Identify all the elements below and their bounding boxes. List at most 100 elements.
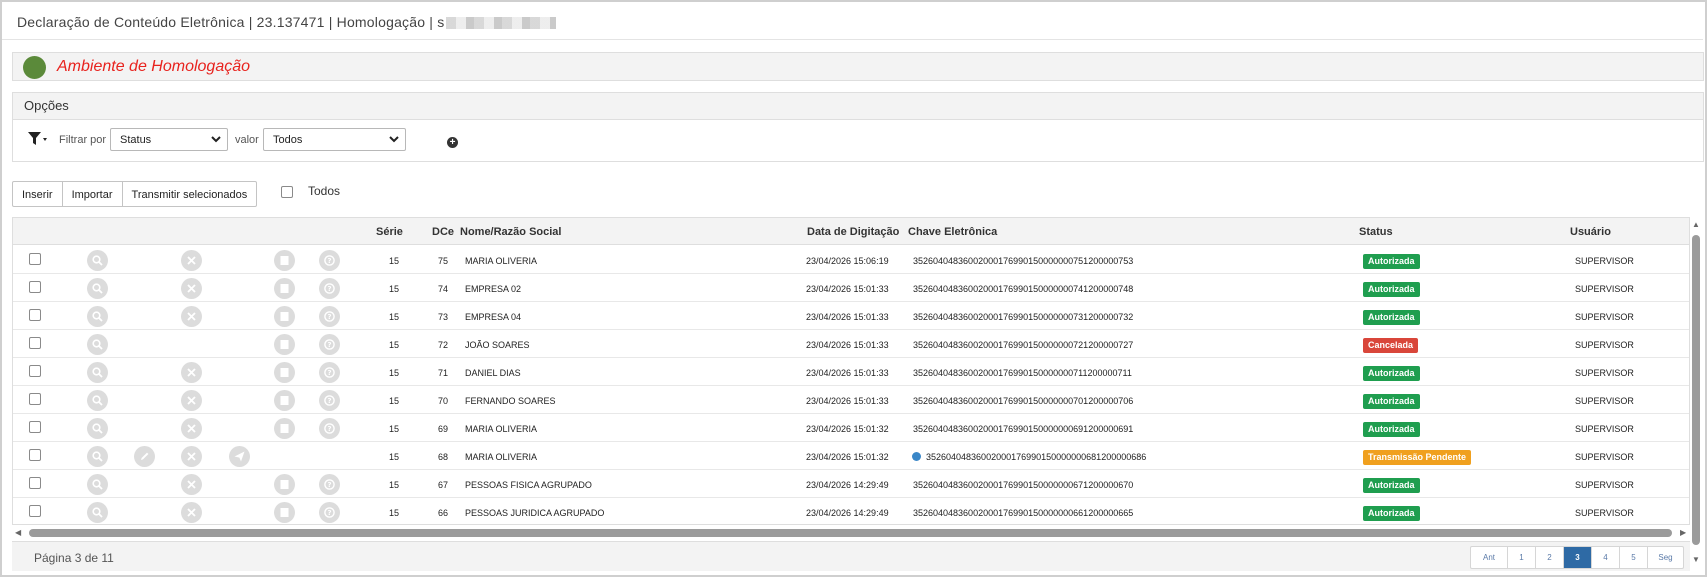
row-select-checkbox[interactable] bbox=[29, 449, 41, 461]
search-icon[interactable] bbox=[87, 474, 108, 495]
add-filter-icon[interactable]: + bbox=[447, 137, 458, 148]
cell-chave: 3526040483600200017699015000000067120000… bbox=[913, 480, 1134, 490]
search-icon[interactable] bbox=[87, 278, 108, 299]
print-icon[interactable] bbox=[274, 418, 295, 439]
pagination-page-1[interactable]: 1 bbox=[1508, 547, 1536, 568]
insert-button[interactable]: Inserir bbox=[13, 182, 63, 206]
help-icon[interactable]: ? bbox=[319, 474, 340, 495]
search-icon[interactable] bbox=[87, 362, 108, 383]
table-row[interactable]: ? 15 72 JOÃO SOARES 23/04/2026 15:01:33 35260… bbox=[13, 330, 1689, 358]
table-row[interactable]: ? 15 75 MARIA OLIVERIA 23/04/2026 15:06:19 35… bbox=[13, 246, 1689, 274]
cancel-icon[interactable] bbox=[181, 502, 202, 523]
table-row[interactable]: ? 15 74 EMPRESA 02 23/04/2026 15:01:33 352604… bbox=[13, 274, 1689, 302]
cancel-icon[interactable] bbox=[181, 278, 202, 299]
row-select-checkbox[interactable] bbox=[29, 253, 41, 265]
search-icon[interactable] bbox=[87, 502, 108, 523]
row-select-checkbox[interactable] bbox=[29, 477, 41, 489]
filter-icon[interactable] bbox=[28, 132, 48, 146]
help-icon[interactable]: ? bbox=[319, 390, 340, 411]
print-icon[interactable] bbox=[274, 306, 295, 327]
pagination-prev-button[interactable]: Ant bbox=[1471, 547, 1508, 568]
help-icon[interactable]: ? bbox=[319, 278, 340, 299]
row-select-checkbox[interactable] bbox=[29, 505, 41, 517]
filter-field-select[interactable]: Status bbox=[110, 128, 228, 151]
print-icon[interactable] bbox=[274, 474, 295, 495]
pagination-page-2[interactable]: 2 bbox=[1536, 547, 1564, 568]
cell-dce: 70 bbox=[437, 396, 448, 406]
row-select-checkbox[interactable] bbox=[29, 337, 41, 349]
cell-nome: EMPRESA 02 bbox=[465, 284, 522, 294]
cancel-icon[interactable] bbox=[181, 362, 202, 383]
column-header-chave[interactable]: Chave Eletrônica bbox=[908, 226, 997, 238]
filter-value-select[interactable]: Todos bbox=[263, 128, 406, 151]
vertical-scrollbar[interactable]: ▲ ▼ bbox=[1690, 217, 1703, 567]
row-select-checkbox[interactable] bbox=[29, 281, 41, 293]
table-row[interactable]: 15 68 MARIA OLIVERIA 23/04/2026 15:01:32 352… bbox=[13, 442, 1689, 470]
print-icon[interactable] bbox=[274, 390, 295, 411]
cell-data: 23/04/2026 15:01:33 bbox=[806, 312, 889, 322]
cancel-icon[interactable] bbox=[181, 446, 202, 467]
status-badge: Autorizada bbox=[1363, 506, 1420, 521]
pagination-page-3[interactable]: 3 bbox=[1564, 547, 1592, 568]
help-icon[interactable]: ? bbox=[319, 502, 340, 523]
cell-chave: 3526040483600200017699015000000075120000… bbox=[913, 256, 1134, 266]
horizontal-scroll-thumb[interactable] bbox=[29, 529, 1672, 537]
table-row[interactable]: ? 15 67 PESSOAS FISICA AGRUPADO 23/04/2026 1… bbox=[13, 470, 1689, 498]
cancel-icon[interactable] bbox=[181, 306, 202, 327]
print-icon[interactable] bbox=[274, 334, 295, 355]
column-header-data[interactable]: Data de Digitação bbox=[807, 226, 899, 238]
select-all-checkbox[interactable] bbox=[281, 186, 293, 198]
cancel-icon[interactable] bbox=[181, 418, 202, 439]
scroll-right-arrow-icon[interactable]: ▶ bbox=[1680, 528, 1686, 537]
cell-serie: 15 bbox=[388, 508, 399, 518]
print-icon[interactable] bbox=[274, 362, 295, 383]
send-icon[interactable] bbox=[229, 446, 250, 467]
pagination-page-4[interactable]: 4 bbox=[1592, 547, 1620, 568]
table-row[interactable]: ? 15 66 PESSOAS JURIDICA AGRUPADO 23/04/2026… bbox=[13, 498, 1689, 524]
column-header-status[interactable]: Status bbox=[1359, 226, 1393, 238]
print-icon[interactable] bbox=[274, 502, 295, 523]
filter-row: Filtrar por Status valor Todos + bbox=[13, 120, 1703, 162]
edit-icon[interactable] bbox=[134, 446, 155, 467]
row-select-checkbox[interactable] bbox=[29, 365, 41, 377]
status-badge: Autorizada bbox=[1363, 310, 1420, 325]
transmit-selected-button[interactable]: Transmitir selecionados bbox=[123, 182, 257, 206]
svg-text:?: ? bbox=[327, 369, 331, 377]
cancel-icon[interactable] bbox=[181, 390, 202, 411]
column-header-usuario[interactable]: Usuário bbox=[1570, 226, 1611, 238]
search-icon[interactable] bbox=[87, 390, 108, 411]
help-icon[interactable]: ? bbox=[319, 334, 340, 355]
row-select-checkbox[interactable] bbox=[29, 309, 41, 321]
print-icon[interactable] bbox=[274, 250, 295, 271]
column-header-nome[interactable]: Nome/Razão Social bbox=[460, 226, 561, 238]
cancel-icon[interactable] bbox=[181, 250, 202, 271]
help-icon[interactable]: ? bbox=[319, 418, 340, 439]
scroll-up-arrow-icon[interactable]: ▲ bbox=[1692, 220, 1700, 229]
column-header-dce[interactable]: DCe bbox=[432, 226, 454, 238]
table-row[interactable]: ? 15 73 EMPRESA 04 23/04/2026 15:01:33 352604… bbox=[13, 302, 1689, 330]
toolbar-button-group: Inserir Importar Transmitir selecionados bbox=[12, 181, 258, 207]
help-icon[interactable]: ? bbox=[319, 362, 340, 383]
search-icon[interactable] bbox=[87, 250, 108, 271]
pagination-next-button[interactable]: Seg bbox=[1648, 547, 1683, 568]
search-icon[interactable] bbox=[87, 446, 108, 467]
row-select-checkbox[interactable] bbox=[29, 393, 41, 405]
table-row[interactable]: ? 15 71 DANIEL DIAS 23/04/2026 15:01:33 35260… bbox=[13, 358, 1689, 386]
vertical-scroll-thumb[interactable] bbox=[1692, 235, 1700, 545]
help-icon[interactable]: ? bbox=[319, 306, 340, 327]
horizontal-scrollbar[interactable]: ◀ ▶ bbox=[12, 527, 1690, 539]
import-button[interactable]: Importar bbox=[63, 182, 123, 206]
cancel-icon[interactable] bbox=[181, 474, 202, 495]
print-icon[interactable] bbox=[274, 278, 295, 299]
pagination-page-5[interactable]: 5 bbox=[1620, 547, 1648, 568]
table-row[interactable]: ? 15 69 MARIA OLIVERIA 23/04/2026 15:01:32 35… bbox=[13, 414, 1689, 442]
scroll-left-arrow-icon[interactable]: ◀ bbox=[15, 528, 21, 537]
search-icon[interactable] bbox=[87, 306, 108, 327]
scroll-down-arrow-icon[interactable]: ▼ bbox=[1692, 555, 1700, 564]
help-icon[interactable]: ? bbox=[319, 250, 340, 271]
table-row[interactable]: ? 15 70 FERNANDO SOARES 23/04/2026 15:01:33 3… bbox=[13, 386, 1689, 414]
search-icon[interactable] bbox=[87, 334, 108, 355]
column-header-serie[interactable]: Série bbox=[376, 226, 403, 238]
search-icon[interactable] bbox=[87, 418, 108, 439]
row-select-checkbox[interactable] bbox=[29, 421, 41, 433]
